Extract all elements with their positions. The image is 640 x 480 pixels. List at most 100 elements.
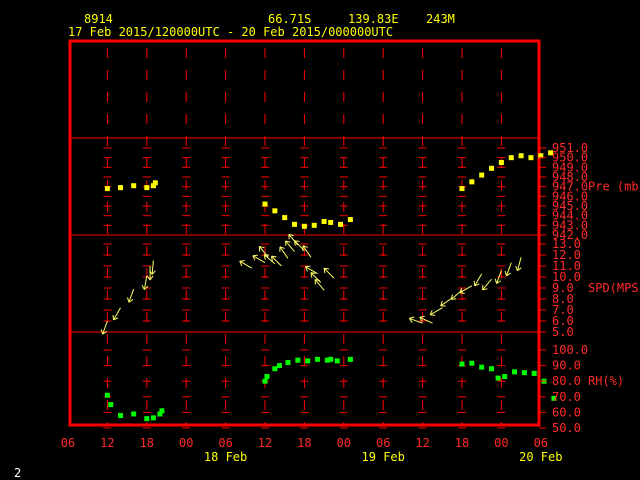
pressure-point: [292, 221, 298, 227]
wind-arrow: [239, 260, 253, 269]
pressure-point: [144, 185, 150, 191]
rh-point: [495, 375, 501, 381]
time-period: 17 Feb 2015/120000UTC - 20 Feb 2015/0000…: [68, 25, 393, 39]
wind-arrow: [429, 307, 443, 316]
y-tick-label: 13.0: [552, 237, 581, 251]
wind-arrow: [482, 278, 492, 291]
rh-point: [512, 369, 518, 375]
wind-arrow: [252, 254, 266, 264]
pressure-point: [272, 208, 278, 214]
date-label: 20 Feb: [519, 450, 562, 464]
rh-point: [159, 408, 165, 414]
rh-point: [285, 359, 291, 365]
x-tick-label: 06: [534, 436, 548, 450]
wind-arrow: [288, 233, 299, 246]
station-elevation: 243M: [426, 12, 455, 26]
rh-point: [347, 356, 353, 362]
pressure-point: [489, 165, 495, 171]
x-tick-label: 18: [140, 436, 154, 450]
wind-arrow: [323, 267, 335, 279]
rh-point: [521, 370, 527, 376]
panel-label: SPD(MPS): [588, 281, 640, 295]
pressure-point: [518, 153, 524, 159]
rh-point: [328, 356, 334, 362]
pressure-point: [282, 215, 288, 221]
pressure-point: [328, 219, 334, 225]
y-tick-label: 90.0: [552, 359, 581, 373]
rh-series: [104, 356, 557, 422]
wind-arrow: [112, 307, 121, 321]
panel-label: Pre (mb): [588, 180, 640, 194]
pressure-point: [104, 186, 110, 192]
y-tick-label: 70.0: [552, 390, 581, 404]
station-id: 8914: [84, 12, 113, 26]
wind-arrow: [271, 255, 282, 267]
rh-point: [144, 416, 150, 422]
x-tick-label: 12: [258, 436, 272, 450]
pressure-point: [321, 218, 327, 224]
pressure-point: [338, 221, 344, 227]
wind-series: [100, 233, 522, 335]
rh-point: [531, 370, 537, 376]
wind-arrow: [285, 240, 295, 253]
pressure-point: [118, 185, 124, 191]
x-tick-label: 00: [494, 436, 508, 450]
rh-point: [469, 360, 475, 366]
rh-point: [489, 366, 495, 372]
wind-arrow: [279, 246, 289, 259]
pressure-point: [508, 155, 514, 161]
grid-lines: [70, 48, 539, 429]
rh-point: [108, 402, 114, 408]
x-tick-label: 06: [376, 436, 390, 450]
pressure-series: [104, 150, 554, 229]
rh-point: [502, 374, 508, 380]
rh-point: [305, 358, 311, 364]
pressure-point: [301, 223, 307, 229]
x-tick-label: 18: [455, 436, 469, 450]
rh-point: [264, 374, 270, 380]
rh-point: [459, 361, 465, 367]
pressure-point: [479, 172, 485, 178]
rh-point: [315, 356, 321, 362]
rh-point: [479, 364, 485, 370]
x-tick-label: 18: [297, 436, 311, 450]
station-lat: 66.71S: [268, 12, 311, 26]
rh-point: [276, 363, 282, 369]
wind-arrow: [258, 245, 269, 258]
x-tick-label: 06: [218, 436, 232, 450]
y-tick-label: 60.0: [552, 405, 581, 419]
wind-arrow: [515, 257, 522, 272]
x-tick-label: 12: [100, 436, 114, 450]
panel-label: RH(%): [588, 374, 624, 388]
rh-point: [295, 357, 301, 363]
rh-point: [334, 358, 340, 364]
page-number: 2: [14, 466, 21, 480]
meteogram-chart: 8914 66.71S 139.83E 243M 17 Feb 2015/120…: [14, 12, 640, 480]
wind-arrow: [314, 278, 325, 291]
rh-point: [104, 392, 110, 398]
wind-arrow: [419, 315, 433, 324]
x-tick-label: 06: [61, 436, 75, 450]
wind-arrow: [459, 285, 473, 294]
date-label: 18 Feb: [204, 450, 247, 464]
pressure-point: [469, 179, 475, 185]
pressure-point: [311, 222, 317, 228]
station-lon: 139.83E: [348, 12, 399, 26]
y-tick-label: 100.0: [552, 343, 588, 357]
pressure-point: [152, 180, 158, 186]
wind-arrow: [127, 288, 135, 303]
y-tick-label: 80.0: [552, 374, 581, 388]
wind-arrow: [440, 297, 453, 307]
pressure-point: [528, 155, 534, 161]
rh-point: [262, 378, 268, 384]
x-tick-label: 12: [415, 436, 429, 450]
rh-point: [150, 415, 156, 421]
pressure-point: [459, 186, 465, 192]
rh-point: [131, 411, 137, 417]
x-tick-label: 00: [179, 436, 193, 450]
pressure-point: [347, 217, 353, 223]
rh-point: [118, 413, 124, 419]
pressure-point: [131, 183, 137, 189]
wind-arrow: [504, 262, 512, 277]
rh-point: [272, 366, 278, 372]
